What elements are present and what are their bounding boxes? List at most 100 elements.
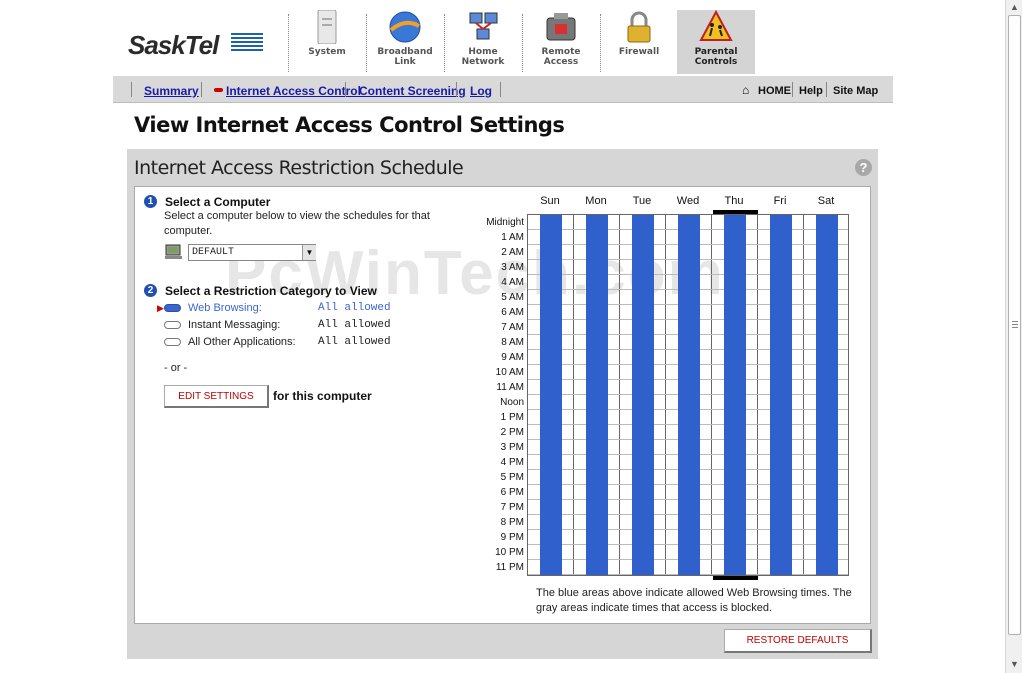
day-header: Sat	[817, 195, 835, 207]
scroll-down-icon[interactable]: ▼	[1008, 658, 1021, 671]
page-title: View Internet Access Control Settings	[134, 113, 565, 137]
tab-system[interactable]: System	[288, 10, 366, 74]
category-value: All allowed	[318, 302, 391, 314]
today-marker	[713, 576, 758, 580]
category-pill[interactable]	[164, 338, 181, 346]
hour-label: 8 PM	[500, 517, 524, 528]
legend-text: The blue areas above indicate allowed We…	[536, 587, 852, 599]
category-instant-messaging[interactable]: Instant Messaging:	[188, 319, 280, 331]
hour-label: 4 PM	[500, 457, 524, 468]
nav-log[interactable]: Log	[470, 84, 492, 98]
logo-stripes-icon	[231, 33, 263, 55]
hour-label: 7 PM	[500, 502, 524, 513]
hour-label: 5 AM	[501, 292, 524, 303]
or-separator: - or -	[164, 362, 188, 374]
allowed-bar	[678, 215, 700, 575]
nav-summary[interactable]: Summary	[144, 84, 199, 98]
tab-label: Firewall	[618, 47, 660, 57]
hour-label: 6 PM	[500, 487, 524, 498]
tab-label: Remote	[541, 47, 581, 57]
day-header: Sun	[540, 195, 560, 207]
hour-label: 11 PM	[495, 562, 524, 573]
hour-label: 5 PM	[500, 472, 524, 483]
tab-firewall[interactable]: Firewall	[600, 10, 678, 74]
day-header: Thu	[724, 195, 744, 207]
hour-label: 3 AM	[501, 262, 524, 273]
step-1-desc: computer.	[164, 225, 213, 237]
tab-label: Network	[461, 57, 505, 67]
nav-home[interactable]: HOME	[758, 85, 791, 97]
allowed-bar	[586, 215, 608, 575]
subnav-bar: Summary Internet Access Control Content …	[113, 76, 893, 103]
legend-text: gray areas indicate times that access is…	[536, 602, 773, 614]
hour-label: Midnight	[486, 217, 524, 228]
step-2-title: Select a Restriction Category to View	[165, 284, 377, 298]
chevron-down-icon[interactable]: ▼	[302, 245, 316, 260]
remote-access-icon	[544, 10, 578, 44]
tab-label: Home	[468, 47, 498, 57]
help-icon[interactable]: ?	[855, 159, 872, 176]
nav-internet-access-control[interactable]: Internet Access Control	[226, 84, 361, 98]
panel-title: Internet Access Restriction Schedule	[134, 157, 464, 179]
computer-icon	[165, 244, 183, 265]
tab-parental-controls[interactable]: Parental Controls	[677, 10, 755, 74]
allowed-bar	[770, 215, 792, 575]
tab-label: Parental	[694, 47, 738, 57]
tab-home-network[interactable]: Home Network	[444, 10, 522, 74]
tab-label: Access	[543, 57, 579, 67]
step-2-badge: 2	[144, 284, 157, 297]
sasktel-logo: SaskTel	[128, 30, 219, 60]
scroll-thumb[interactable]	[1008, 15, 1021, 635]
allowed-bar	[632, 215, 654, 575]
hour-label: 2 AM	[501, 247, 524, 258]
allowed-bar	[724, 215, 746, 575]
day-header: Fri	[773, 195, 787, 207]
lock-icon	[622, 10, 656, 44]
nav-help[interactable]: Help	[799, 85, 823, 97]
step-1-title: Select a Computer	[165, 195, 271, 209]
parental-warning-icon	[699, 10, 733, 44]
tab-label: Broadband	[377, 47, 433, 57]
nav-site-map[interactable]: Site Map	[833, 85, 878, 97]
day-header: Wed	[676, 195, 700, 207]
hour-label: 9 AM	[501, 352, 524, 363]
network-icon	[466, 10, 500, 44]
category-pill[interactable]	[164, 321, 181, 329]
globe-icon	[388, 10, 422, 44]
allowed-bar	[816, 215, 838, 575]
hour-label: 4 AM	[501, 277, 524, 288]
edit-settings-button[interactable]: EDIT SETTINGS	[164, 385, 269, 408]
category-value: All allowed	[318, 319, 391, 331]
computer-select-value: DEFAULT	[192, 247, 235, 258]
scroll-up-icon[interactable]: ▲	[1008, 1, 1021, 14]
hour-label: 9 PM	[500, 532, 524, 543]
selected-arrow-icon: ▶	[157, 303, 164, 313]
tab-label: Link	[394, 57, 416, 67]
vertical-scrollbar[interactable]: ▲ ▼	[1005, 0, 1022, 673]
tab-label: Controls	[694, 57, 738, 67]
hour-label: 1 PM	[500, 412, 524, 423]
tab-remote-access[interactable]: Remote Access	[522, 10, 600, 74]
day-header: Mon	[585, 195, 607, 207]
active-marker-icon	[214, 88, 223, 92]
step-1-desc: Select a computer below to view the sche…	[164, 210, 430, 222]
step-1-badge: 1	[144, 195, 157, 208]
hour-label: 10 PM	[495, 547, 524, 558]
category-value: All allowed	[318, 336, 391, 348]
restore-defaults-button[interactable]: RESTORE DEFAULTS	[724, 629, 872, 653]
allowed-bar	[540, 215, 562, 575]
category-other-applications[interactable]: All Other Applications:	[188, 336, 296, 348]
edit-suffix-text: for this computer	[273, 389, 372, 403]
category-web-browsing[interactable]: Web Browsing:	[188, 302, 262, 314]
hour-label: 1 AM	[501, 232, 524, 243]
home-icon[interactable]: ⌂	[742, 83, 749, 97]
system-icon	[310, 10, 344, 44]
category-pill-active[interactable]	[164, 304, 181, 312]
tab-broadband-link[interactable]: Broadband Link	[366, 10, 444, 74]
hour-label: Noon	[500, 397, 524, 408]
hour-label: 8 AM	[501, 337, 524, 348]
nav-content-screening[interactable]: Content Screening	[359, 84, 466, 98]
hour-label: 2 PM	[500, 427, 524, 438]
hour-label: 10 AM	[495, 367, 524, 378]
hour-label: 11 AM	[496, 382, 524, 393]
